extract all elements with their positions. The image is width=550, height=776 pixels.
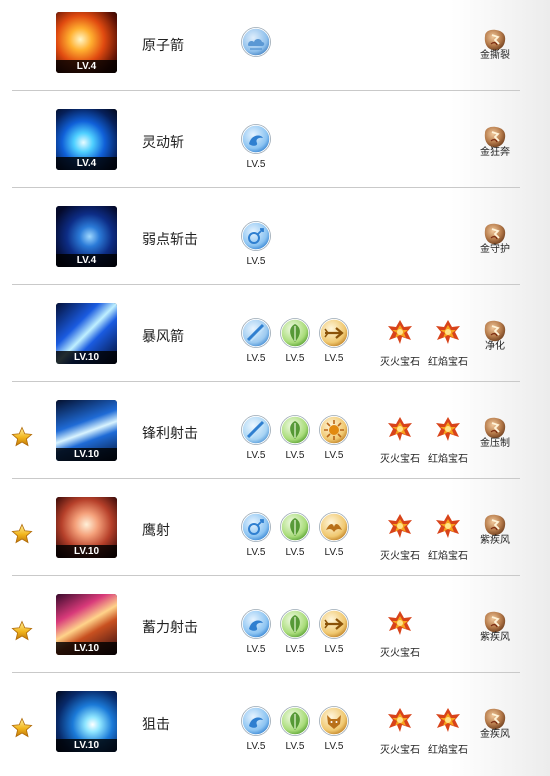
rune-level: LV.5 [285,644,305,655]
skill-level: LV.10 [56,448,117,461]
rune-level: LV.5 [246,353,266,364]
gem-label: 红焰宝石 [428,357,468,368]
skill-name: 原子箭 [142,37,184,53]
blade-rune-icon[interactable] [241,318,271,348]
leaf-rune-icon[interactable] [280,609,310,639]
amulet-label: 金撕裂 [480,50,510,61]
amulet-label: 紫疾风 [480,632,510,643]
clover-rune-icon[interactable] [280,415,310,445]
skill-row: LV.10 鹰射 LV.5 LV.5 LV.5 灭火宝石 红焰宝石 紫疾风 [0,485,550,582]
skill-icon[interactable]: LV.10 [56,594,117,655]
skill-row: LV.4 弱点斩击 LV.5 金守护 [0,194,550,291]
star-icon [11,523,33,545]
skill-row: LV.10 暴风箭 LV.5 LV.5 LV.5 灭火宝石 红焰宝石 净化 [0,291,550,388]
skill-name: 狙击 [142,716,170,732]
amulet-label: 金狂奔 [480,147,510,158]
rune-level: LV.5 [246,741,266,752]
rune-level: LV.5 [285,353,305,364]
gem-label: 灭火宝石 [380,648,420,659]
fire-gem-icon[interactable] [387,416,413,442]
rune-level: LV.5 [324,644,344,655]
skill-level: LV.10 [56,739,117,752]
skill-icon[interactable]: LV.10 [56,691,117,752]
wave-rune-icon[interactable] [241,609,271,639]
rune-level: LV.5 [246,644,266,655]
skill-level: LV.10 [56,642,117,655]
sun-rune-icon[interactable] [319,415,349,445]
skill-level: LV.4 [56,254,117,267]
amulet-label: 净化 [485,341,505,352]
wolf-rune-icon[interactable] [319,706,349,736]
wave-rune-icon[interactable] [241,706,271,736]
fire-gem-icon[interactable] [387,707,413,733]
bird-rune-icon[interactable] [319,512,349,542]
arrow-rune-icon[interactable] [319,318,349,348]
wave-rune-icon[interactable] [241,124,271,154]
skill-name: 暴风箭 [142,328,184,344]
rune-level: LV.5 [324,353,344,364]
gem-label: 灭火宝石 [380,745,420,756]
skill-level: LV.4 [56,157,117,170]
skill-row: LV.4 原子箭金撕裂 [0,0,550,97]
skill-icon[interactable]: LV.4 [56,109,117,170]
rune-level: LV.5 [246,547,266,558]
gem-label: 灭火宝石 [380,357,420,368]
amulet-label: 金守护 [480,244,510,255]
rune-level: LV.5 [324,450,344,461]
gem-label: 灭火宝石 [380,454,420,465]
skill-name: 弱点斩击 [142,231,198,247]
arrow-rune-icon[interactable] [319,609,349,639]
skill-row: LV.10 狙击 LV.5 LV.5 LV.5 灭火宝石 红焰宝石 金疾风 [0,679,550,776]
leaf-rune-icon[interactable] [280,512,310,542]
link-rune-icon[interactable] [241,221,271,251]
skill-name: 灵动斩 [142,134,184,150]
skill-row: LV.10 蓄力射击 LV.5 LV.5 LV.5 灭火宝石 紫疾风 [0,582,550,679]
rune-level: LV.5 [285,450,305,461]
link-rune-icon[interactable] [241,512,271,542]
red-flame-gem-icon[interactable] [435,707,461,733]
amulet-label: 金疾风 [480,729,510,740]
skill-icon[interactable]: LV.10 [56,400,117,461]
amulet-label: 金压制 [480,438,510,449]
clover-rune-icon[interactable] [280,706,310,736]
gem-label: 红焰宝石 [428,551,468,562]
gem-label: 灭火宝石 [380,551,420,562]
skill-icon[interactable]: LV.10 [56,497,117,558]
fire-gem-icon[interactable] [387,513,413,539]
rune-level: LV.5 [285,547,305,558]
skill-row: LV.10 锋利射击 LV.5 LV.5 LV.5 灭火宝石 红焰宝石 金压制 [0,388,550,485]
rune-level: LV.5 [246,159,266,170]
skill-level: LV.10 [56,545,117,558]
red-flame-gem-icon[interactable] [435,416,461,442]
rune-level: LV.5 [246,450,266,461]
fire-gem-icon[interactable] [387,610,413,636]
star-icon [11,426,33,448]
rune-level: LV.5 [246,256,266,267]
skill-icon[interactable]: LV.10 [56,303,117,364]
skill-level: LV.4 [56,60,117,73]
skill-icon[interactable]: LV.4 [56,12,117,73]
rune-level: LV.5 [324,741,344,752]
gem-label: 红焰宝石 [428,454,468,465]
skill-level: LV.10 [56,351,117,364]
skill-name: 鹰射 [142,522,170,538]
rune-level: LV.5 [285,741,305,752]
gem-label: 红焰宝石 [428,745,468,756]
amulet-label: 紫疾风 [480,535,510,546]
red-flame-gem-icon[interactable] [435,513,461,539]
slash-rune-icon[interactable] [241,415,271,445]
rune-level: LV.5 [324,547,344,558]
cloud-rune-icon[interactable] [241,27,271,57]
fire-gem-icon[interactable] [387,319,413,345]
skill-row: LV.4 灵动斩 LV.5 金狂奔 [0,97,550,194]
red-flame-gem-icon[interactable] [435,319,461,345]
leaf-rune-icon[interactable] [280,318,310,348]
skill-name: 蓄力射击 [142,619,198,635]
star-icon [11,717,33,739]
star-icon [11,620,33,642]
skill-name: 锋利射击 [142,425,198,441]
skill-icon[interactable]: LV.4 [56,206,117,267]
